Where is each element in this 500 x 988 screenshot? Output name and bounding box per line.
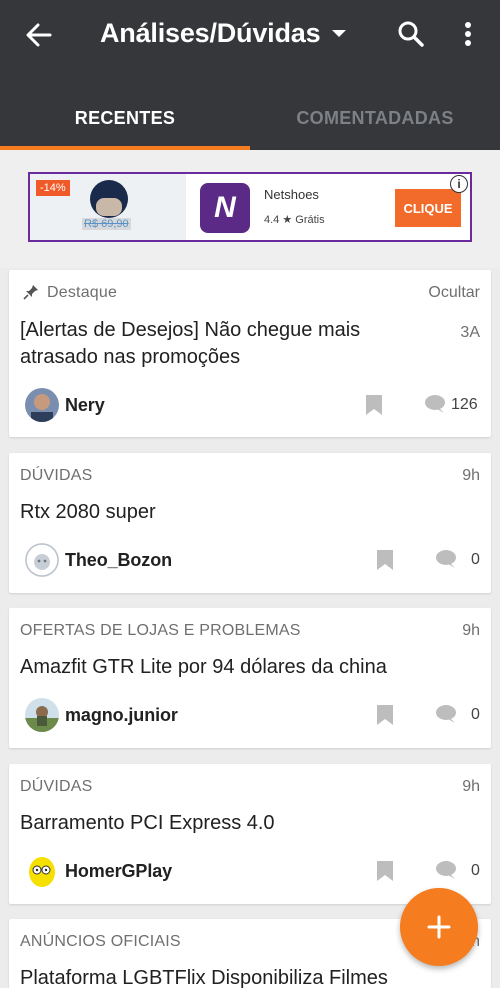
bookmark-icon[interactable] — [376, 549, 394, 571]
hide-link[interactable]: Ocultar — [428, 284, 480, 302]
pin-icon — [23, 285, 38, 300]
comment-count: 0 — [471, 551, 480, 568]
post-card[interactable]: DÚVIDAS 9h Rtx 2080 super Theo_Bozon 0 — [9, 453, 491, 593]
ad-discount-badge: -14% — [36, 180, 70, 196]
tab-comentadadas[interactable]: COMENTADADAS — [250, 86, 500, 150]
caret-down-icon — [332, 30, 347, 37]
post-age: 3A — [460, 324, 480, 341]
comment-count: 0 — [471, 706, 480, 723]
post-card[interactable]: OFERTAS DE LOJAS E PROBLEMAS 9h Amazfit … — [9, 608, 491, 748]
ad-product-image[interactable]: -14% R$ 69,90 — [30, 174, 186, 240]
forum-selector[interactable]: Análises/Dúvidas — [100, 18, 347, 49]
post-title[interactable]: Barramento PCI Express 4.0 — [20, 810, 275, 837]
search-button[interactable] — [394, 17, 428, 51]
post-title[interactable]: [Alertas de Desejos] Não chegue mais atr… — [20, 317, 360, 371]
post-title[interactable]: Rtx 2080 super — [20, 499, 156, 526]
bookmark-icon[interactable] — [376, 860, 394, 882]
comment-icon — [425, 395, 445, 413]
post-title-line: atrasado nas promoções — [20, 346, 241, 368]
bookmark-icon[interactable] — [365, 394, 383, 416]
post-category: ANÚNCIOS OFICIAIS — [20, 933, 181, 950]
avatar[interactable] — [25, 854, 59, 888]
comment-count: 0 — [471, 862, 480, 879]
post-category: Destaque — [47, 284, 118, 301]
post-card[interactable]: Destaque Ocultar [Alertas de Desejos] Nã… — [9, 270, 491, 437]
ad-brand-name: Netshoes — [264, 187, 319, 202]
search-icon — [398, 21, 424, 47]
ad-old-price: R$ 69,90 — [82, 218, 131, 230]
post-age: 9h — [462, 778, 480, 795]
back-button[interactable] — [22, 18, 56, 52]
avatar[interactable] — [25, 543, 59, 577]
post-title-line: [Alertas de Desejos] Não chegue mais — [20, 319, 361, 341]
avatar-image — [25, 854, 59, 888]
tab-bar: RECENTES COMENTADADAS — [0, 86, 500, 150]
arrow-left-icon — [26, 23, 52, 47]
page-title: Análises/Dúvidas — [100, 18, 321, 48]
more-options-button[interactable] — [456, 17, 480, 51]
avatar[interactable] — [25, 388, 59, 422]
comment-icon — [436, 705, 456, 723]
post-category: DÚVIDAS — [20, 467, 93, 484]
avatar-image — [25, 698, 59, 732]
bookmark-icon[interactable] — [376, 704, 394, 726]
post-category: OFERTAS DE LOJAS E PROBLEMAS — [20, 622, 301, 639]
cap-image — [90, 180, 128, 218]
post-age: 9h — [462, 622, 480, 639]
ad-cta-button[interactable]: CLIQUE — [395, 189, 461, 227]
post-author[interactable]: Nery — [25, 388, 105, 422]
netshoes-logo: N — [200, 183, 250, 233]
post-author[interactable]: magno.junior — [25, 698, 178, 732]
ad-area: -14% R$ 69,90 N Netshoes 4.4 ★ Grátis CL… — [0, 150, 500, 268]
avatar-image — [25, 543, 59, 577]
tab-recentes[interactable]: RECENTES — [0, 86, 250, 150]
username: magno.junior — [65, 704, 178, 725]
plus-icon — [427, 915, 451, 939]
ad-banner[interactable]: -14% R$ 69,90 N Netshoes 4.4 ★ Grátis CL… — [28, 172, 472, 242]
username: Nery — [65, 394, 105, 415]
post-age: 9h — [462, 467, 480, 484]
new-post-button[interactable] — [400, 888, 478, 966]
comment-icon — [436, 550, 456, 568]
username: HomerGPlay — [65, 860, 173, 881]
top-bar: Análises/Dúvidas RECENTES COMENTADADAS — [0, 0, 500, 150]
comment-icon — [436, 861, 456, 879]
ad-meta: 4.4 ★ Grátis — [264, 214, 325, 226]
username: Theo_Bozon — [65, 549, 172, 570]
post-category: DÚVIDAS — [20, 778, 93, 795]
comment-count: 126 — [451, 396, 478, 413]
post-card[interactable]: DÚVIDAS 9h Barramento PCI Express 4.0 Ho… — [9, 764, 491, 904]
more-vertical-icon — [465, 22, 471, 46]
info-icon[interactable]: i — [450, 175, 468, 193]
app-bar: Análises/Dúvidas — [0, 0, 500, 68]
post-title[interactable]: Amazfit GTR Lite por 94 dólares da china — [20, 654, 387, 681]
post-author[interactable]: Theo_Bozon — [25, 543, 172, 577]
avatar-image — [25, 388, 59, 422]
post-title[interactable]: Plataforma LGBTFlix Disponibiliza Filmes — [20, 965, 388, 988]
post-author[interactable]: HomerGPlay — [25, 854, 172, 888]
avatar[interactable] — [25, 698, 59, 732]
